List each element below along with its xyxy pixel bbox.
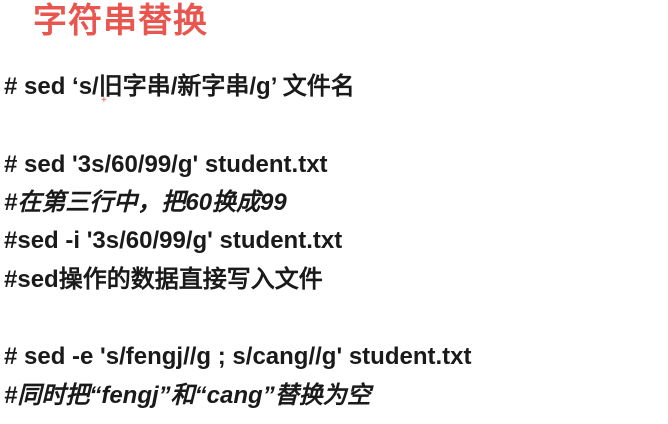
sed-multi-expression-line: # sed -e 's/fengj//g ; s/cang//g' studen… bbox=[4, 343, 472, 370]
sed-multi-expression-comment: #同时把“fengj”和“cang”替换为空 bbox=[4, 382, 371, 409]
sed-example-line: # sed '3s/60/99/g' student.txt bbox=[4, 151, 328, 178]
sed-example-comment: #在第三行中，把60换成99 bbox=[4, 189, 287, 216]
sed-inplace-line: #sed -i '3s/60/99/g' student.txt bbox=[4, 227, 343, 254]
sed-inplace-comment: #sed操作的数据直接写入文件 bbox=[4, 266, 323, 293]
sed-syntax-line: # sed ‘s/旧字串/新字串/g’ 文件名 bbox=[4, 73, 355, 100]
slide-title: 字符串替换 bbox=[33, 2, 208, 40]
cursor-cross-icon: + bbox=[101, 95, 107, 106]
